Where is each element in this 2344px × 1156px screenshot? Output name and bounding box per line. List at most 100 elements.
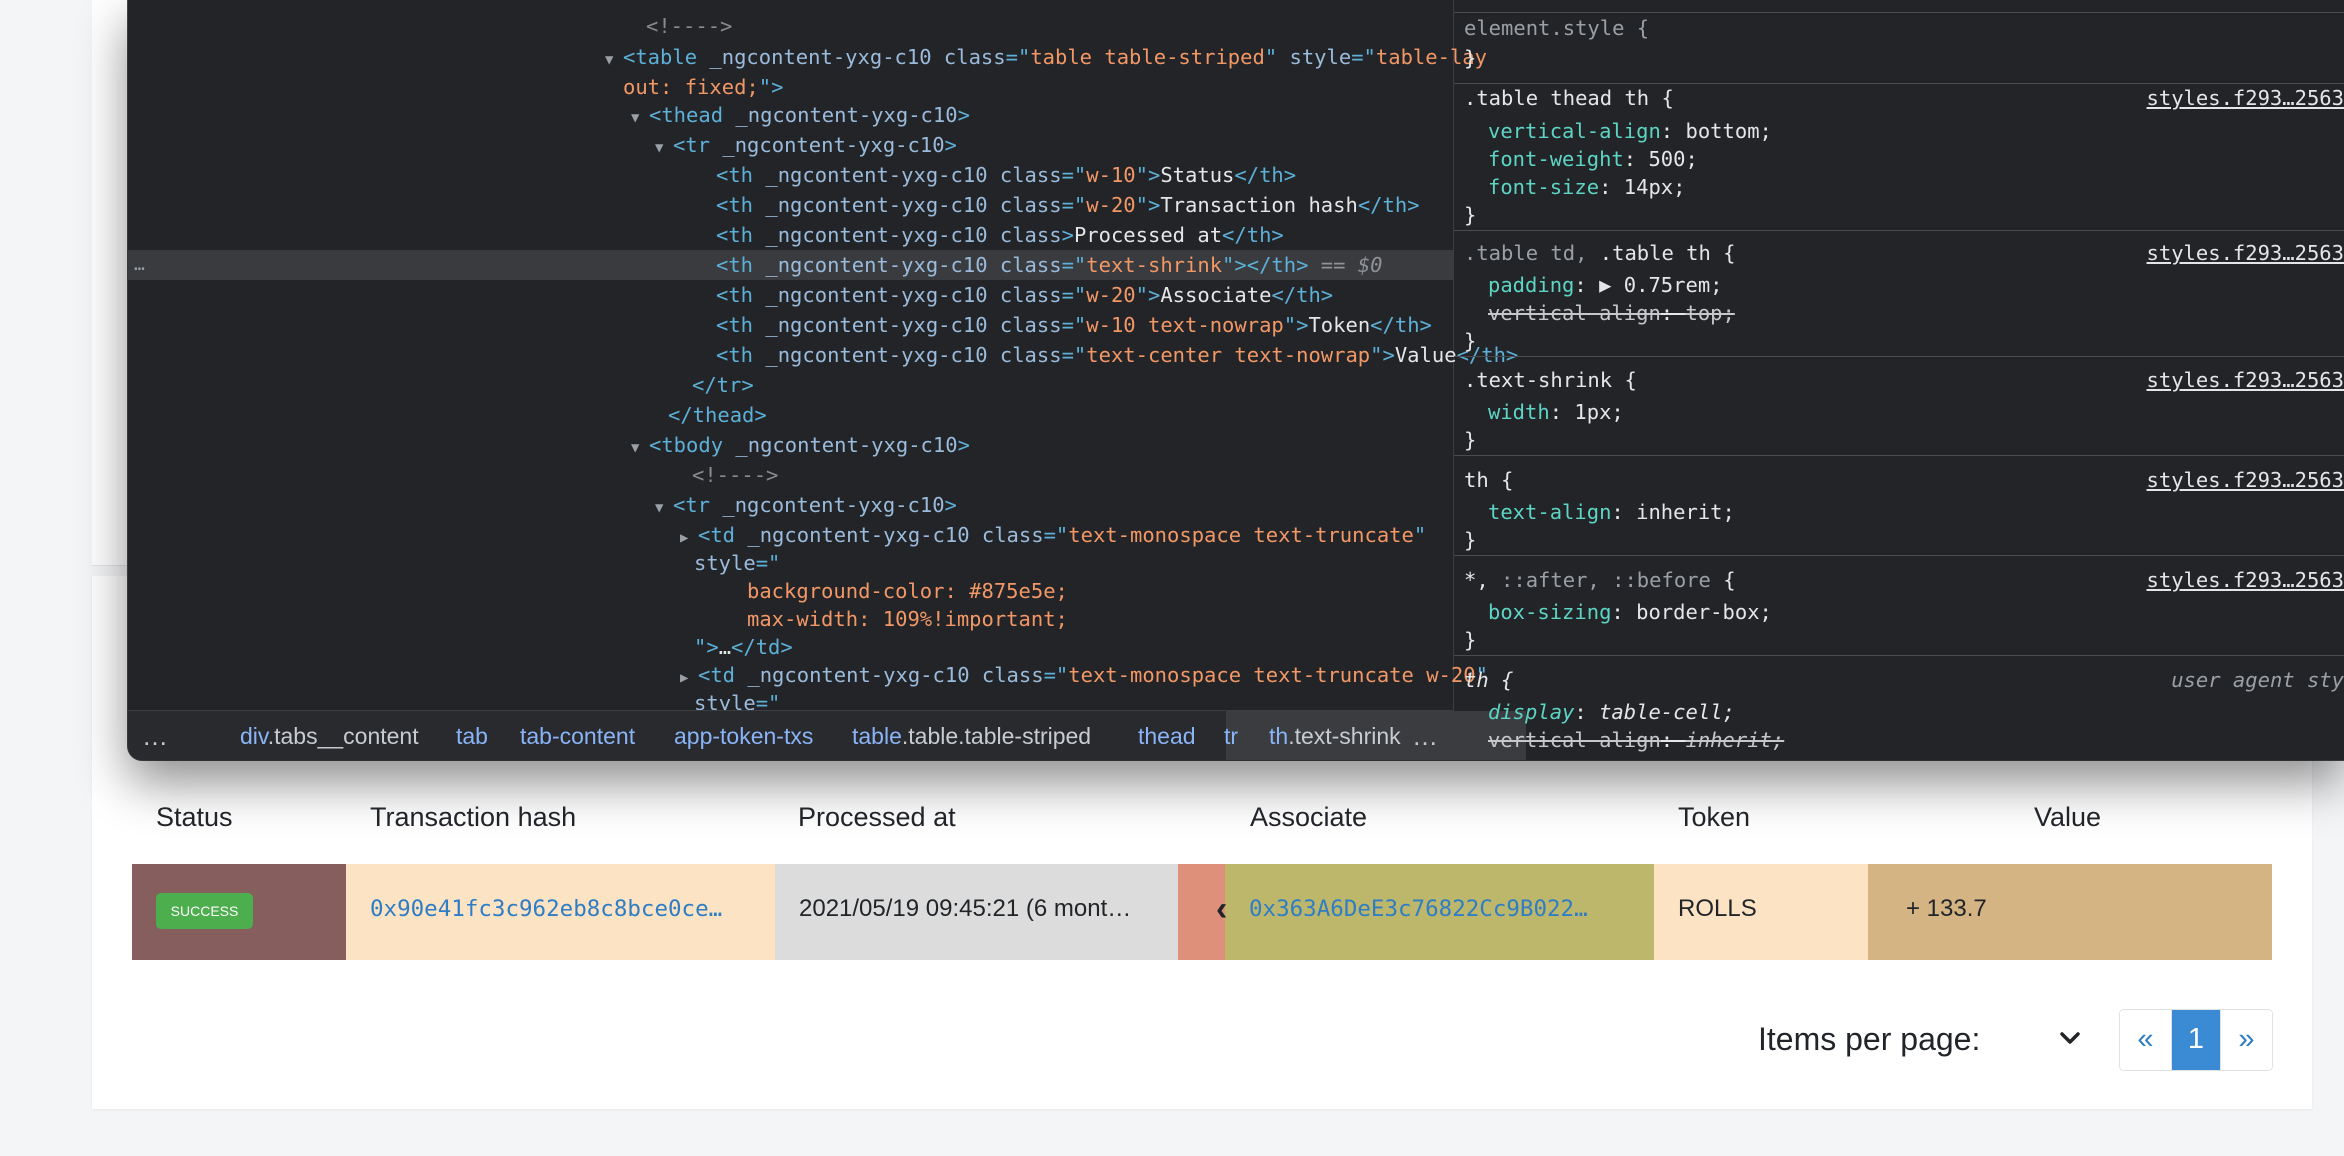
stylesheet-source-link[interactable]: styles.f293…2563 (2147, 83, 2344, 113)
stylesheet-source-link[interactable]: styles.f293…2563 (2147, 565, 2344, 595)
css-property-value[interactable]: top; (1685, 301, 1734, 325)
style-selector[interactable]: .text-shrink { (1464, 368, 1637, 392)
css-property-value[interactable]: 500; (1648, 147, 1697, 171)
elements-tree-line[interactable]: <th _ngcontent-yxg-c10 class="w-20">Tran… (128, 190, 1453, 220)
elements-tree-line[interactable]: ▼ <tr _ngcontent-yxg-c10> (128, 130, 1453, 160)
css-property-name[interactable]: box-sizing (1488, 600, 1611, 624)
css-property-name[interactable]: font-weight (1488, 147, 1624, 171)
breadcrumb-item[interactable]: tr (1224, 711, 1238, 760)
style-selector[interactable]: th { (1464, 468, 1513, 492)
style-selector[interactable]: .table thead th { (1464, 86, 1674, 110)
items-per-page-select[interactable] (2050, 1014, 2090, 1064)
code-token: " (1264, 45, 1290, 69)
css-property-name[interactable]: text-align (1488, 500, 1611, 524)
elements-tree-line-selected[interactable]: … <th _ngcontent-yxg-c10 class="text-shri… (128, 250, 1453, 280)
elements-tree-line[interactable]: ▶ <td _ngcontent-yxg-c10 class="text-mono… (128, 660, 1488, 690)
css-property-value[interactable]: 14px; (1624, 175, 1686, 199)
next-page-button[interactable]: » (2220, 1010, 2272, 1070)
css-property-name[interactable]: padding (1488, 273, 1574, 297)
elements-tree-line[interactable]: ">…</td> (128, 632, 1453, 662)
breadcrumb-item[interactable]: app-token-txs (674, 711, 813, 760)
code-token: background-color: #875e5e; (747, 579, 1068, 603)
code-token: "> (758, 75, 784, 99)
collapse-triangle-icon[interactable]: ▼ (631, 433, 649, 463)
previous-page-button[interactable]: « (2120, 1010, 2171, 1070)
breadcrumb-more-left[interactable]: … (142, 711, 168, 760)
styles-pane[interactable]: element.style {} .table thead th { styles.… (1454, 0, 2344, 760)
css-property-name[interactable]: vertical-align (1488, 301, 1661, 325)
style-selector[interactable]: th { (1464, 668, 1513, 692)
elements-tree-line[interactable]: <!----> (128, 11, 1453, 41)
breadcrumb-item[interactable]: thead (1138, 711, 1196, 760)
elements-tree-line[interactable]: <th _ngcontent-yxg-c10 class="w-20">Asso… (128, 280, 1453, 310)
elements-tree-line[interactable]: </tr> (128, 370, 1453, 400)
elements-tree-line[interactable]: <th _ngcontent-yxg-c10 class>Processed a… (128, 220, 1453, 250)
element-style-selector[interactable]: element.style { (1464, 16, 1649, 40)
collapse-triangle-icon[interactable]: ▼ (655, 133, 673, 163)
css-property-name[interactable]: vertical-align (1488, 119, 1661, 143)
css-property-value[interactable]: inherit; (1636, 500, 1735, 524)
breadcrumb-item[interactable]: table.table.table-striped (852, 711, 1091, 760)
code-token: text-center text-nowrap (1086, 343, 1371, 367)
elements-tree-line[interactable]: <th _ngcontent-yxg-c10 class="text-cente… (128, 340, 1518, 370)
collapse-triangle-icon[interactable]: ▼ (605, 45, 623, 75)
css-property-name[interactable]: width (1488, 400, 1550, 424)
elements-tree-line[interactable]: ▶ <td _ngcontent-yxg-c10 class="text-mono… (128, 520, 1453, 550)
user-agent-source: user agent sty (2171, 668, 2344, 692)
elements-tree-line[interactable]: <th _ngcontent-yxg-c10 class="w-10 text-… (128, 310, 1453, 340)
elements-tree-line[interactable]: ▼ <tbody _ngcontent-yxg-c10> (128, 430, 1453, 460)
elements-tree-line[interactable]: background-color: #875e5e; (128, 576, 1453, 606)
elements-tree-line[interactable]: out: fixed;"> (128, 72, 1453, 102)
style-line: } (1464, 326, 1476, 356)
stylesheet-source-link[interactable]: styles.f293…2563 (2147, 465, 2344, 495)
css-property-name[interactable]: display (1488, 700, 1574, 724)
elements-tree-line[interactable]: </thead> (128, 400, 1453, 430)
elements-tree-line[interactable]: ▼ <thead _ngcontent-yxg-c10> (128, 100, 1453, 130)
style-selector[interactable]: .table th { (1600, 241, 1736, 265)
stylesheet-source-link[interactable]: styles.f293…2563 (2147, 365, 2344, 395)
elements-tree-line[interactable]: ▼ <tr _ngcontent-yxg-c10> (128, 490, 1453, 520)
items-per-page-label: Items per page: (1758, 1021, 1981, 1057)
style-selector[interactable]: { (1711, 568, 1735, 592)
breadcrumb-item[interactable]: div.tabs__content (240, 711, 419, 760)
code-token: "> (694, 635, 719, 659)
breadcrumb-tag: tr (1224, 723, 1239, 749)
stylesheet-source-link[interactable]: styles.f293…2563 (2147, 238, 2344, 268)
style-line: font-size: 14px; (1488, 172, 1686, 202)
code-token: =" (1043, 523, 1069, 547)
breadcrumb-item[interactable]: tab (456, 711, 488, 760)
code-token: > (957, 433, 970, 457)
page-1-button[interactable]: 1 (2171, 1010, 2220, 1070)
collapse-triangle-icon[interactable]: ▼ (631, 103, 649, 133)
collapse-triangle-icon[interactable]: ▼ (655, 493, 673, 523)
css-property-value[interactable]: 1px; (1574, 400, 1623, 424)
code-token: </th> (1271, 283, 1334, 307)
css-property-value[interactable]: border-box; (1636, 600, 1772, 624)
breadcrumb-item[interactable]: th.text-shrink (1269, 711, 1401, 760)
chevron-left-icon[interactable]: ‹ (1216, 890, 1227, 929)
elements-tree-line[interactable]: ▼ <table _ngcontent-yxg-c10 class="table … (128, 42, 1487, 75)
breadcrumb-tag: tab (456, 723, 488, 749)
css-property-value[interactable]: ▶ 0.75rem; (1599, 273, 1722, 297)
style-selector-dim[interactable]: .table td, (1464, 241, 1600, 265)
elements-tree[interactable]: <!----> ▼ <table _ngcontent-yxg-c10 class=… (128, 0, 1518, 760)
css-property-name[interactable]: font-size (1488, 175, 1599, 199)
associate-address-link[interactable]: 0x363A6DeE3c76822Cc9B022… (1249, 892, 1588, 926)
css-property-value[interactable]: inherit; (1685, 728, 1784, 752)
breadcrumb-more-right[interactable]: … (1412, 711, 1438, 760)
style-selector[interactable]: *, (1464, 568, 1501, 592)
css-property-name[interactable]: vertical-align (1488, 728, 1661, 752)
column-header-transaction-hash: Transaction hash (370, 802, 577, 832)
style-line: text-align: inherit; (1488, 497, 1735, 527)
css-property-value[interactable]: bottom; (1685, 119, 1771, 143)
elements-tree-line[interactable]: <th _ngcontent-yxg-c10 class="w-10">Stat… (128, 160, 1453, 190)
code-token: <tr (673, 493, 723, 517)
line-options-ellipsis[interactable]: … (134, 250, 145, 280)
elements-tree-line[interactable]: style=" (128, 548, 1453, 578)
transaction-hash-link[interactable]: 0x90e41fc3c962eb8c8bce0ce… (370, 892, 722, 926)
breadcrumb-item[interactable]: tab-content (520, 711, 635, 760)
elements-tree-line[interactable]: max-width: 109%!important; (128, 604, 1453, 634)
elements-tree-line[interactable]: <!----> (128, 460, 1453, 490)
style-selector-dim[interactable]: ::after, ::before (1501, 568, 1711, 592)
css-property-value[interactable]: table-cell; (1599, 700, 1735, 724)
